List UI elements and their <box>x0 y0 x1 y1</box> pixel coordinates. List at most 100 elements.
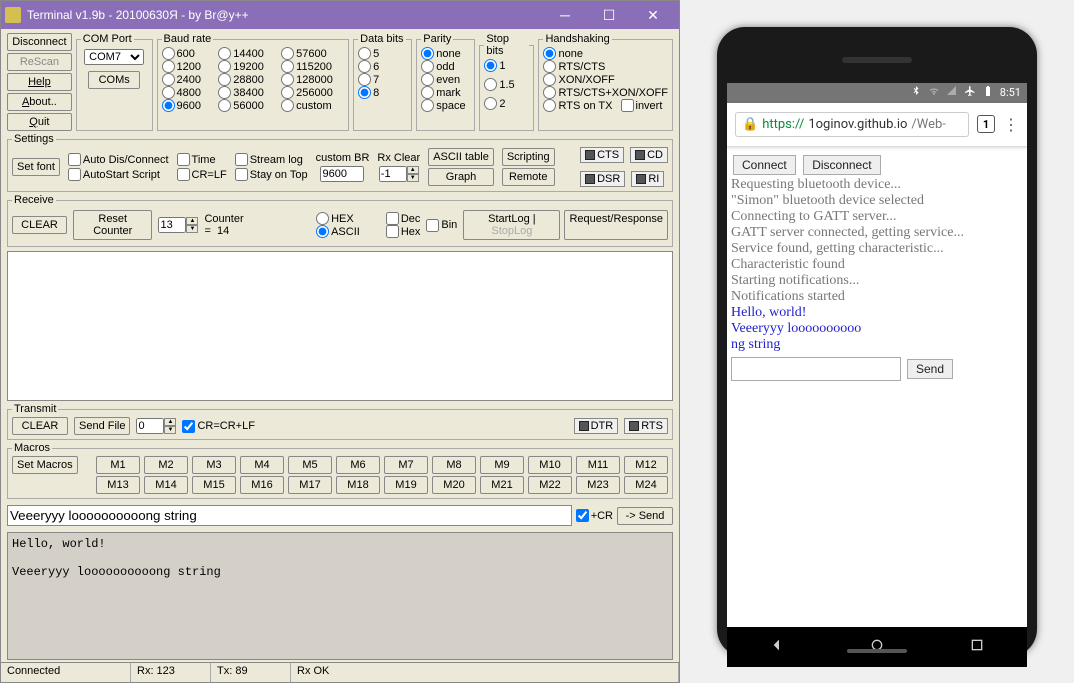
macro-M1[interactable]: M1 <box>96 456 140 474</box>
parity-space[interactable]: space <box>421 99 470 112</box>
recent-icon[interactable] <box>969 637 985 656</box>
web-send-button[interactable]: Send <box>907 359 953 379</box>
baud-28800[interactable]: 28800 <box>218 73 275 86</box>
baud-600[interactable]: 600 <box>162 47 213 60</box>
rts-led[interactable]: RTS <box>624 418 668 434</box>
macro-M12[interactable]: M12 <box>624 456 668 474</box>
handshake-RTS/CTS[interactable]: RTS/CTS <box>543 60 668 73</box>
autostart-check[interactable]: AutoStart Script <box>68 168 169 181</box>
macro-M17[interactable]: M17 <box>288 476 332 494</box>
baud-38400[interactable]: 38400 <box>218 86 275 99</box>
reset-counter-button[interactable]: Reset Counter <box>73 210 152 240</box>
baud-115200[interactable]: 115200 <box>281 60 344 73</box>
parity-mark[interactable]: mark <box>421 86 470 99</box>
databits-7[interactable]: 7 <box>358 73 407 86</box>
remote-button[interactable]: Remote <box>502 168 555 186</box>
databits-8[interactable]: 8 <box>358 86 407 99</box>
sendfile-button[interactable]: Send File <box>74 417 130 435</box>
macro-M15[interactable]: M15 <box>192 476 236 494</box>
baud-1200[interactable]: 1200 <box>162 60 213 73</box>
macro-M10[interactable]: M10 <box>528 456 572 474</box>
url-field[interactable]: 🔒 https://1oginov.github.io/Web- <box>735 112 969 137</box>
send-button[interactable]: -> Send <box>617 507 673 525</box>
rx-bin-check[interactable]: Bin <box>426 219 457 232</box>
macro-M7[interactable]: M7 <box>384 456 428 474</box>
web-connect-button[interactable]: Connect <box>733 155 796 175</box>
rx-clear-button[interactable]: CLEAR <box>12 216 67 234</box>
time-check[interactable]: Time <box>177 153 227 166</box>
macro-M24[interactable]: M24 <box>624 476 668 494</box>
crcrlf-check[interactable]: CR=CR+LF <box>182 420 254 433</box>
graph-button[interactable]: Graph <box>428 168 494 186</box>
tx-spinner[interactable]: ▲▼ <box>136 418 176 434</box>
databits-5[interactable]: 5 <box>358 47 407 60</box>
setmacros-button[interactable]: Set Macros <box>12 456 78 474</box>
macro-M14[interactable]: M14 <box>144 476 188 494</box>
crlf-check[interactable]: CR=LF <box>177 168 227 181</box>
coms-button[interactable]: COMs <box>88 71 140 89</box>
parity-odd[interactable]: odd <box>421 60 470 73</box>
macro-M18[interactable]: M18 <box>336 476 380 494</box>
baud-128000[interactable]: 128000 <box>281 73 344 86</box>
minimize-button[interactable]: ─ <box>543 5 587 25</box>
baud-2400[interactable]: 2400 <box>162 73 213 86</box>
rx-ascii-radio[interactable]: ASCII <box>316 225 360 238</box>
baud-4800[interactable]: 4800 <box>162 86 213 99</box>
maximize-button[interactable]: ☐ <box>587 5 631 25</box>
macro-M23[interactable]: M23 <box>576 476 620 494</box>
custombr-input[interactable] <box>320 166 364 182</box>
stopbits-2[interactable]: 2 <box>484 97 529 110</box>
macro-M20[interactable]: M20 <box>432 476 476 494</box>
macro-M2[interactable]: M2 <box>144 456 188 474</box>
output-textarea[interactable]: Hello, world! Veeeryyy loooooooooong str… <box>7 532 673 660</box>
tx-clear-button[interactable]: CLEAR <box>12 417 68 435</box>
handshake-RTS on TX[interactable]: RTS on TXinvert <box>543 99 668 112</box>
macro-M21[interactable]: M21 <box>480 476 524 494</box>
macro-M19[interactable]: M19 <box>384 476 428 494</box>
stopbits-1.5[interactable]: 1.5 <box>484 78 529 91</box>
disconnect-button[interactable]: Disconnect <box>7 33 72 51</box>
web-disconnect-button[interactable]: Disconnect <box>803 155 880 175</box>
macro-M13[interactable]: M13 <box>96 476 140 494</box>
rescan-button[interactable]: ReScan <box>7 53 72 71</box>
macro-M11[interactable]: M11 <box>576 456 620 474</box>
com-port-select[interactable]: COM7 <box>84 49 144 65</box>
parity-even[interactable]: even <box>421 73 470 86</box>
handshake-XON/XOFF[interactable]: XON/XOFF <box>543 73 668 86</box>
plus-cr-check[interactable]: +CR <box>576 509 613 522</box>
receive-textarea[interactable] <box>7 251 673 401</box>
rx-dec-check[interactable]: Dec <box>386 212 421 225</box>
baud-57600[interactable]: 57600 <box>281 47 344 60</box>
rx-hex-radio[interactable]: HEX <box>316 212 360 225</box>
handshake-RTS/CTS+XON/XOFF[interactable]: RTS/CTS+XON/XOFF <box>543 86 668 99</box>
menu-icon[interactable]: ⋮ <box>1003 115 1019 134</box>
rx-hex-check[interactable]: Hex <box>386 225 421 238</box>
macro-M6[interactable]: M6 <box>336 456 380 474</box>
macro-M9[interactable]: M9 <box>480 456 524 474</box>
close-button[interactable]: ✕ <box>631 5 675 25</box>
startlog-button[interactable]: StartLog | StopLog <box>463 210 560 240</box>
send-input[interactable] <box>7 505 572 526</box>
baud-19200[interactable]: 19200 <box>218 60 275 73</box>
dtr-led[interactable]: DTR <box>574 418 619 434</box>
stopbits-1[interactable]: 1 <box>484 59 529 72</box>
tab-counter[interactable]: 1 <box>977 115 995 133</box>
invert-check[interactable]: invert <box>621 99 663 112</box>
asciitable-button[interactable]: ASCII table <box>428 148 494 166</box>
autodis-check[interactable]: Auto Dis/Connect <box>68 153 169 166</box>
macro-M16[interactable]: M16 <box>240 476 284 494</box>
reset-spinner[interactable]: ▲▼ <box>158 217 198 233</box>
home-icon[interactable] <box>869 637 885 656</box>
baud-custom[interactable]: custom <box>281 99 344 112</box>
databits-6[interactable]: 6 <box>358 60 407 73</box>
baud-14400[interactable]: 14400 <box>218 47 275 60</box>
back-icon[interactable] <box>769 637 785 656</box>
stayontop-check[interactable]: Stay on Top <box>235 168 308 181</box>
baud-256000[interactable]: 256000 <box>281 86 344 99</box>
baud-9600[interactable]: 9600 <box>162 99 213 112</box>
parity-none[interactable]: none <box>421 47 470 60</box>
macro-M3[interactable]: M3 <box>192 456 236 474</box>
baud-56000[interactable]: 56000 <box>218 99 275 112</box>
about-button[interactable]: About.. <box>7 93 72 111</box>
reqresp-button[interactable]: Request/Response <box>564 210 668 240</box>
